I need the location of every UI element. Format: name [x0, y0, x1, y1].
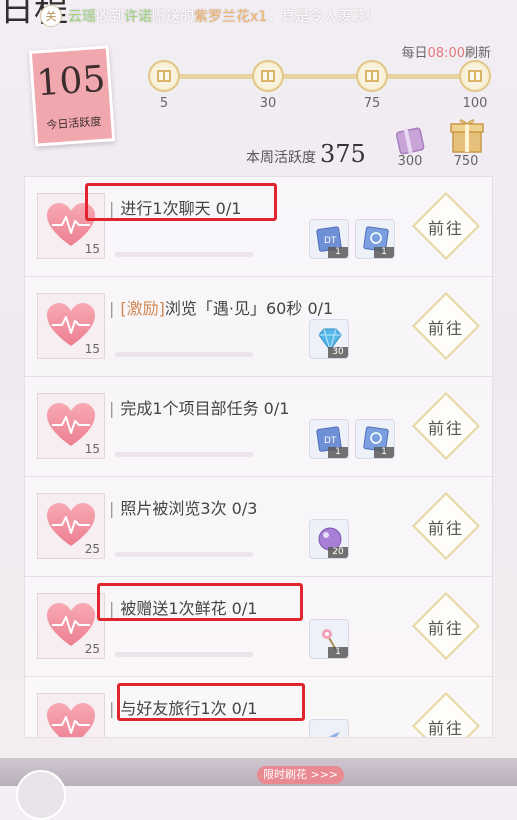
reward-item[interactable]: 1	[355, 419, 395, 459]
reward-quantity: 20	[328, 547, 348, 558]
go-button[interactable]: 前往	[412, 692, 480, 738]
broadcast-text-3: ，真是令人羡慕!	[267, 9, 371, 25]
task-row: 15 | [激励]浏览「遇·见」60秒 0/1 30 前往	[25, 277, 492, 377]
reward-item[interactable]: 1	[355, 219, 395, 259]
reward-item[interactable]: DT 1	[309, 419, 349, 459]
go-button-label: 前往	[427, 319, 464, 338]
go-button-label: 前往	[427, 519, 464, 538]
reward-quantity: 1	[374, 447, 394, 458]
bottom-circle-button[interactable]	[16, 770, 66, 820]
broadcast-badge: 关	[40, 5, 62, 27]
broadcast-item: 紫罗兰花x1	[194, 9, 268, 25]
milestone-label: 5	[159, 96, 169, 111]
weekly-chest-label: 750	[453, 154, 479, 169]
go-button-label: 前往	[427, 419, 464, 438]
task-title: | [激励]浏览「遇·见」60秒 0/1	[109, 299, 334, 318]
weekly-chest-300-icon[interactable]	[392, 122, 428, 158]
milestone-label: 100	[462, 96, 488, 111]
reward-item[interactable]: DT 1	[309, 219, 349, 259]
task-points: 25	[84, 542, 100, 556]
task-progress-bar	[115, 352, 253, 357]
milestone-label: 75	[363, 96, 381, 111]
broadcast-marquee: 关 云瑶 收到 许诺 赠送的 紫罗兰花x1 ，真是令人羡慕!	[40, 4, 440, 28]
weekly-activeness-value: 375	[320, 140, 366, 168]
weekly-activeness: 本周活跃度 375	[246, 140, 366, 168]
highlight-box	[85, 183, 277, 221]
task-title: | 完成1个项目部任务 0/1	[109, 399, 290, 418]
task-progress-bar	[115, 552, 253, 557]
task-row: 15 | 完成1个项目部任务 0/1 DT 1 1 前往	[25, 377, 492, 477]
weekly-chest-label: 300	[397, 154, 423, 169]
go-button[interactable]: 前往	[412, 492, 480, 560]
reward-item[interactable]: 20	[309, 519, 349, 559]
broadcast-text-1: 收到	[96, 9, 124, 25]
go-button-label: 前往	[427, 219, 464, 238]
activeness-heart-icon: 15	[37, 393, 105, 459]
activeness-progress-track	[164, 74, 476, 79]
svg-text:DT: DT	[324, 236, 337, 246]
task-progress-bar	[115, 652, 253, 657]
refresh-time: 08:00	[427, 46, 465, 61]
task-name: 照片被浏览3次	[120, 499, 227, 518]
weekly-activeness-label: 本周活跃度	[246, 150, 316, 166]
reward-quantity: 1	[328, 447, 348, 458]
milestone-gift-icon[interactable]	[252, 60, 284, 92]
svg-text:DT: DT	[324, 436, 337, 446]
wing-icon	[316, 726, 344, 737]
activeness-heart-icon: 25	[37, 593, 105, 659]
reward-item[interactable]	[309, 719, 349, 737]
task-list[interactable]: 15 | 进行1次聊天 0/1 DT 1 1 前往 15 | [激励]浏览「遇·见」60秒 0/1…	[24, 176, 493, 738]
weekly-chest-750-icon[interactable]	[448, 116, 484, 153]
reward-quantity: 1	[328, 247, 348, 258]
reward-item[interactable]: 1	[309, 619, 349, 659]
highlight-box	[97, 583, 303, 621]
milestone-label: 30	[259, 96, 277, 111]
activeness-heart-icon: 15	[37, 293, 105, 359]
task-title: | 照片被浏览3次 0/3	[109, 499, 258, 518]
go-button[interactable]: 前往	[412, 292, 480, 360]
task-points: 15	[84, 342, 100, 356]
task-row: 25 | 照片被浏览3次 0/3 20 前往	[25, 477, 492, 577]
go-button[interactable]: 前往	[412, 192, 480, 260]
go-button-label: 前往	[427, 619, 464, 638]
go-button-label: 前往	[427, 719, 464, 738]
activeness-heart-icon	[37, 693, 105, 737]
milestone-gift-icon[interactable]	[459, 60, 491, 92]
refresh-note: 每日08:00刷新	[402, 42, 492, 61]
task-points: 25	[84, 642, 100, 656]
task-points: 15	[84, 442, 100, 456]
daily-activeness-label: 今日活跃度	[46, 115, 102, 132]
limited-flower-button[interactable]: 限时刷花 >>>	[257, 766, 345, 784]
broadcast-user-a: 云瑶	[68, 9, 96, 25]
reward-item[interactable]: 30	[309, 319, 349, 359]
task-progress: 0/1	[307, 299, 334, 318]
task-progress-bar	[115, 252, 253, 257]
broadcast-text-2: 赠送的	[152, 9, 194, 25]
task-tag: [激励]	[120, 299, 165, 318]
task-progress: 0/1	[263, 399, 290, 418]
reward-quantity: 30	[328, 347, 348, 358]
go-button[interactable]: 前往	[412, 592, 480, 660]
highlight-box	[117, 683, 305, 721]
milestone-gift-icon[interactable]	[148, 60, 180, 92]
task-progress-bar	[115, 452, 253, 457]
reward-quantity: 1	[328, 647, 348, 658]
reward-quantity: 1	[374, 247, 394, 258]
refresh-prefix: 每日	[401, 46, 428, 61]
task-progress: 0/3	[231, 499, 258, 518]
broadcast-user-b: 许诺	[124, 9, 152, 25]
refresh-suffix: 刷新	[464, 46, 491, 61]
task-points: 15	[84, 242, 100, 256]
task-name: 完成1个项目部任务	[120, 399, 259, 418]
go-button[interactable]: 前往	[412, 392, 480, 460]
task-name: 浏览「遇·见」60秒	[164, 299, 303, 318]
daily-activeness-value: 105	[35, 58, 107, 105]
activeness-heart-icon: 25	[37, 493, 105, 559]
daily-activeness-card: 105 今日活跃度	[28, 45, 116, 147]
milestone-gift-icon[interactable]	[356, 60, 388, 92]
